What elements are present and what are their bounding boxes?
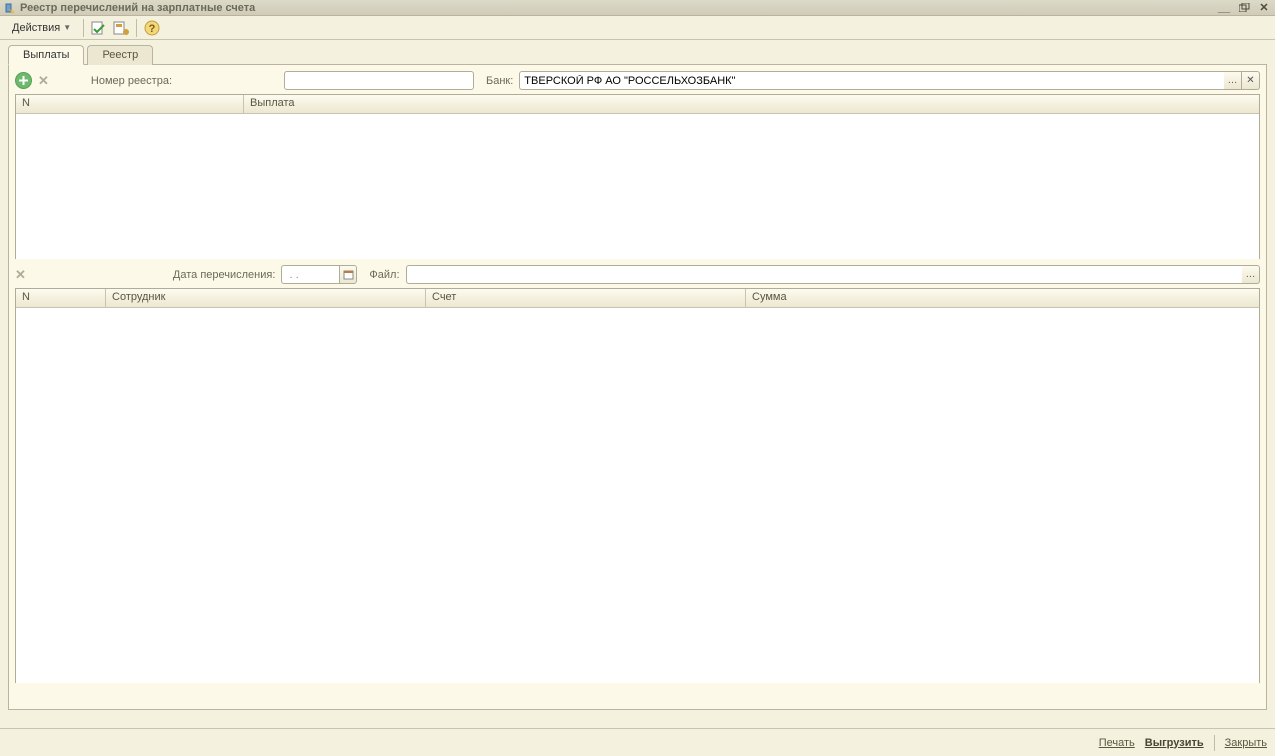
bank-label: Банк:: [486, 75, 513, 87]
close-link[interactable]: Закрыть: [1225, 737, 1267, 749]
payments-table-body[interactable]: [16, 114, 1259, 259]
add-row-button[interactable]: [15, 72, 32, 89]
delete-detail-button[interactable]: ✕: [15, 267, 26, 283]
bank-select: … ✕: [519, 71, 1260, 90]
details-table-header: N Сотрудник Счет Сумма: [16, 289, 1259, 308]
details-table-body[interactable]: [16, 308, 1259, 683]
close-button[interactable]: ✕: [1257, 1, 1271, 15]
chevron-down-icon: ▼: [63, 23, 71, 32]
bank-lookup-button[interactable]: …: [1224, 71, 1242, 90]
col-account[interactable]: Счет: [426, 289, 746, 307]
payments-table-header: N Выплата: [16, 95, 1259, 114]
save-and-close-icon[interactable]: [90, 19, 108, 37]
main-panel: ✕ Номер реестра: Банк: … ✕ N Выплата ✕ Д…: [8, 65, 1267, 710]
tab-registry[interactable]: Реестр: [87, 45, 153, 65]
app-icon: [4, 2, 16, 14]
actions-label: Действия: [12, 22, 60, 34]
separator: [136, 19, 137, 37]
file-select: …: [406, 265, 1260, 284]
minimize-button[interactable]: __: [1217, 1, 1231, 15]
file-input[interactable]: [406, 265, 1242, 284]
bank-clear-button[interactable]: ✕: [1242, 71, 1260, 90]
delete-row-button[interactable]: ✕: [38, 73, 49, 89]
help-icon[interactable]: ?: [143, 19, 161, 37]
registry-number-input[interactable]: [284, 71, 474, 90]
filter-row-mid: ✕ Дата перечисления: Файл: …: [15, 265, 1260, 284]
titlebar: Реестр перечислений на зарплатные счета …: [0, 0, 1275, 16]
tabs: Выплаты Реестр: [8, 44, 1267, 65]
window-controls: __ ✕: [1217, 1, 1271, 15]
col-sum[interactable]: Сумма: [746, 289, 1259, 307]
col-n[interactable]: N: [16, 95, 244, 113]
transfer-date-label: Дата перечисления:: [173, 269, 276, 281]
tab-payments[interactable]: Выплаты: [8, 45, 84, 65]
svg-text:?: ?: [149, 23, 156, 35]
payments-table: N Выплата: [15, 94, 1260, 259]
bank-input[interactable]: [519, 71, 1224, 90]
registry-number-label: Номер реестра:: [91, 75, 172, 87]
col-employee[interactable]: Сотрудник: [106, 289, 426, 307]
export-button[interactable]: Выгрузить: [1145, 737, 1204, 749]
filter-row-top: ✕ Номер реестра: Банк: … ✕: [15, 71, 1260, 90]
col-n2[interactable]: N: [16, 289, 106, 307]
col-payment[interactable]: Выплата: [244, 95, 1259, 113]
separator: [1214, 735, 1215, 751]
file-lookup-button[interactable]: …: [1242, 265, 1260, 284]
file-label: Файл:: [369, 269, 399, 281]
toolbar: Действия ▼ ?: [0, 16, 1275, 40]
calendar-icon[interactable]: [339, 265, 357, 284]
footer: Печать Выгрузить Закрыть: [0, 728, 1275, 756]
maximize-button[interactable]: [1237, 1, 1251, 15]
print-button[interactable]: Печать: [1099, 737, 1135, 749]
separator: [83, 19, 84, 37]
save-icon[interactable]: [112, 19, 130, 37]
actions-menu-button[interactable]: Действия ▼: [6, 20, 77, 36]
details-table: N Сотрудник Счет Сумма: [15, 288, 1260, 683]
transfer-date-input[interactable]: [281, 265, 339, 284]
transfer-date-field: [281, 265, 357, 284]
window-title: Реестр перечислений на зарплатные счета: [20, 2, 255, 14]
